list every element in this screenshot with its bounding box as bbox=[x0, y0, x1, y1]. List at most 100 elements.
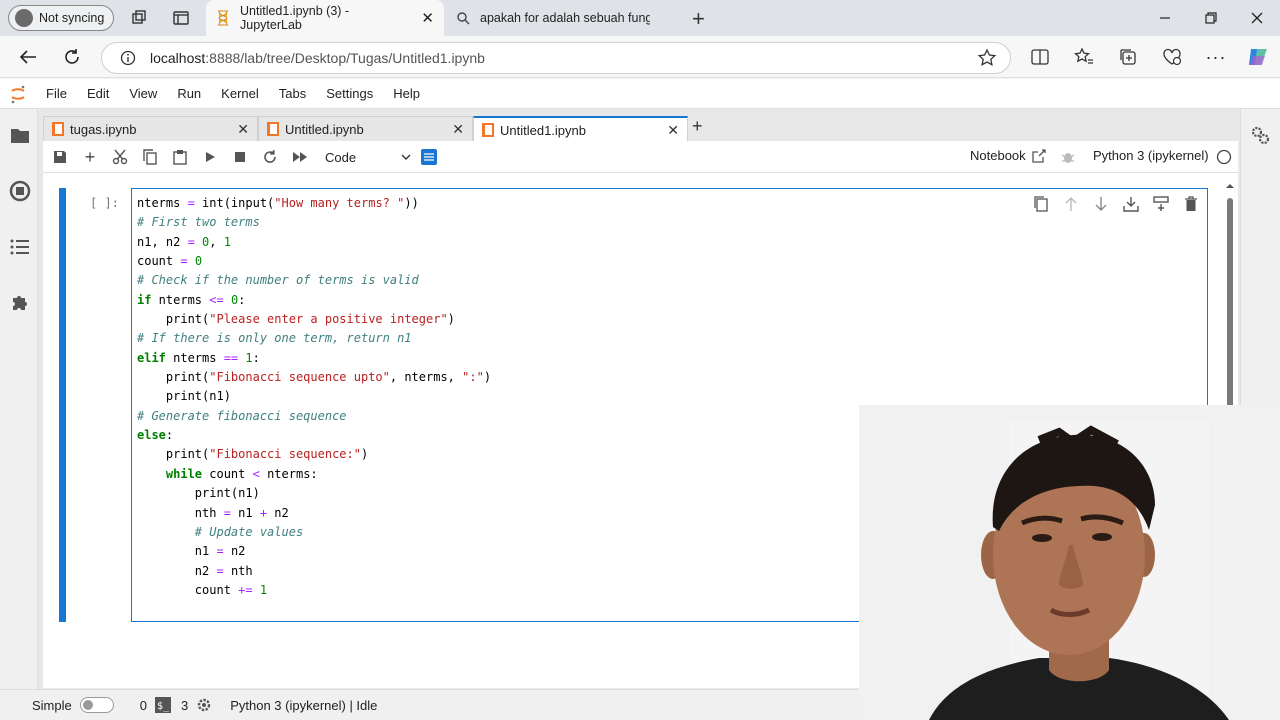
move-down-icon[interactable] bbox=[1090, 194, 1112, 214]
notebook-tab-untitled[interactable]: Untitled.ipynb ✕ bbox=[258, 116, 473, 142]
code-line[interactable]: print(n1) bbox=[137, 387, 491, 406]
code-line[interactable]: count += 1 bbox=[137, 581, 491, 600]
close-window-icon[interactable] bbox=[1234, 0, 1280, 36]
collections-icon[interactable] bbox=[1112, 41, 1144, 73]
code-line[interactable]: elif nterms == 1: bbox=[137, 349, 491, 368]
notebook-toolbar: + Code Notebook Python 3 (ipykernel) bbox=[43, 141, 1238, 173]
active-cell-collapser[interactable] bbox=[59, 188, 66, 622]
cell-type-select[interactable]: Code bbox=[319, 147, 411, 167]
new-launcher-icon[interactable]: + bbox=[692, 116, 703, 137]
insert-below-icon[interactable] bbox=[1150, 194, 1172, 214]
property-inspector-gears-icon[interactable] bbox=[1250, 125, 1270, 145]
table-of-contents-icon[interactable] bbox=[10, 238, 30, 256]
browser-tab-jupyter[interactable]: Untitled1.ipynb (3) - JupyterLab ✕ bbox=[206, 0, 444, 36]
menu-kernel[interactable]: Kernel bbox=[211, 86, 269, 101]
restart-kernel-icon[interactable] bbox=[259, 147, 281, 167]
code-line[interactable]: count = 0 bbox=[137, 252, 491, 271]
extensions-health-icon[interactable] bbox=[1156, 41, 1188, 73]
notebook-icon bbox=[267, 122, 279, 136]
profile-label: Not syncing bbox=[39, 11, 105, 25]
insert-above-icon[interactable] bbox=[1120, 194, 1142, 214]
menu-edit[interactable]: Edit bbox=[77, 86, 119, 101]
code-line[interactable]: n1, n2 = 0, 1 bbox=[137, 233, 491, 252]
close-tab-icon[interactable]: ✕ bbox=[452, 121, 464, 138]
notebook-icon bbox=[52, 122, 64, 136]
code-line[interactable]: # First two terms bbox=[137, 213, 491, 232]
close-tab-icon[interactable]: ✕ bbox=[237, 121, 249, 138]
interrupt-kernel-icon[interactable] bbox=[229, 147, 251, 167]
notebook-icon bbox=[482, 123, 494, 137]
cut-icon[interactable] bbox=[109, 147, 131, 167]
new-tab-icon[interactable]: + bbox=[692, 6, 705, 32]
delete-cell-icon[interactable] bbox=[1180, 194, 1202, 214]
code-line[interactable]: # If there is only one term, return n1 bbox=[137, 329, 491, 348]
code-line[interactable]: n2 = nth bbox=[137, 562, 491, 581]
code-line[interactable]: print("Fibonacci sequence upto", nterms,… bbox=[137, 368, 491, 387]
close-tab-icon[interactable]: ✕ bbox=[421, 9, 434, 27]
code-line[interactable]: print("Please enter a positive integer") bbox=[137, 310, 491, 329]
favorites-icon[interactable] bbox=[1068, 41, 1100, 73]
more-options-icon[interactable]: ··· bbox=[1200, 41, 1232, 73]
notebook-tab-label: Untitled.ipynb bbox=[285, 121, 364, 137]
menu-run[interactable]: Run bbox=[167, 86, 211, 101]
extensions-puzzle-icon[interactable] bbox=[10, 292, 30, 312]
code-line[interactable]: print("Fibonacci sequence:") bbox=[137, 445, 491, 464]
duplicate-cell-icon[interactable] bbox=[1030, 194, 1052, 214]
code-line[interactable]: if nterms <= 0: bbox=[137, 291, 491, 310]
notebook-tab-untitled1[interactable]: Untitled1.ipynb ✕ bbox=[473, 116, 688, 142]
menu-tabs[interactable]: Tabs bbox=[269, 86, 316, 101]
run-cell-icon[interactable] bbox=[199, 147, 221, 167]
restart-run-all-icon[interactable] bbox=[289, 147, 311, 167]
open-in-notebook-button[interactable]: Notebook bbox=[970, 148, 1046, 163]
code-line[interactable]: # Update values bbox=[137, 523, 491, 542]
insert-cell-icon[interactable]: + bbox=[79, 147, 101, 167]
running-kernels-icon[interactable] bbox=[9, 180, 31, 202]
browser-tab-search[interactable]: apakah for adalah sebuah fungsi? bbox=[446, 0, 686, 36]
paste-icon[interactable] bbox=[169, 147, 191, 167]
code-line[interactable]: else: bbox=[137, 426, 491, 445]
kernel-gear-icon[interactable] bbox=[196, 697, 212, 713]
info-icon[interactable] bbox=[120, 50, 136, 66]
cell-toolbar bbox=[1030, 194, 1202, 214]
back-icon[interactable] bbox=[12, 41, 44, 73]
minimize-icon[interactable] bbox=[1142, 0, 1188, 36]
workspaces-icon[interactable] bbox=[130, 9, 148, 27]
simple-mode-toggle[interactable] bbox=[79, 697, 114, 713]
notebook-tab-tugas[interactable]: tugas.ipynb ✕ bbox=[43, 116, 258, 142]
menu-view[interactable]: View bbox=[119, 86, 167, 101]
kernel-count: 3 bbox=[180, 697, 189, 713]
tab-actions-icon[interactable] bbox=[172, 9, 190, 27]
profile-button[interactable]: Not syncing bbox=[8, 5, 114, 31]
file-browser-icon[interactable] bbox=[10, 126, 30, 144]
move-up-icon[interactable] bbox=[1060, 194, 1082, 214]
code-line[interactable]: while count < nterms: bbox=[137, 465, 491, 484]
copilot-icon[interactable] bbox=[1242, 41, 1274, 73]
menu-settings[interactable]: Settings bbox=[316, 86, 383, 101]
copy-icon[interactable] bbox=[139, 147, 161, 167]
split-screen-icon[interactable] bbox=[1024, 41, 1056, 73]
code-line[interactable]: n1 = n2 bbox=[137, 542, 491, 561]
code-line[interactable]: # Check if the number of terms is valid bbox=[137, 271, 491, 290]
kernel-name[interactable]: Python 3 (ipykernel) bbox=[1093, 148, 1209, 163]
code-line[interactable]: nterms = int(input("How many terms? ")) bbox=[137, 194, 491, 213]
webcam-overlay bbox=[859, 405, 1280, 720]
refresh-icon[interactable] bbox=[56, 41, 88, 73]
code-content[interactable]: nterms = int(input("How many terms? ")) #… bbox=[137, 194, 491, 600]
svg-text:$_: $_ bbox=[157, 701, 170, 712]
code-line[interactable]: nth = n1 + n2 bbox=[137, 504, 491, 523]
code-line[interactable]: # Generate fibonacci sequence bbox=[137, 407, 491, 426]
save-icon[interactable] bbox=[49, 147, 71, 167]
menu-file[interactable]: File bbox=[36, 86, 77, 101]
terminal-icon[interactable]: $_ bbox=[154, 697, 171, 713]
favorite-star-icon[interactable] bbox=[977, 48, 997, 68]
code-line[interactable]: print(n1) bbox=[137, 484, 491, 503]
url-path: :8888/lab/tree/Desktop/Tugas/Untitled1.i… bbox=[205, 50, 485, 66]
property-inspector-icon[interactable] bbox=[418, 147, 440, 167]
close-tab-icon[interactable]: ✕ bbox=[667, 122, 679, 139]
avatar-icon bbox=[15, 9, 33, 27]
address-bar[interactable]: localhost:8888/lab/tree/Desktop/Tugas/Un… bbox=[101, 42, 1011, 74]
restore-icon[interactable] bbox=[1188, 0, 1234, 36]
bug-debugger-icon[interactable] bbox=[1061, 149, 1075, 165]
menu-help[interactable]: Help bbox=[383, 86, 430, 101]
notebook-tab-label: Untitled1.ipynb bbox=[500, 122, 586, 138]
